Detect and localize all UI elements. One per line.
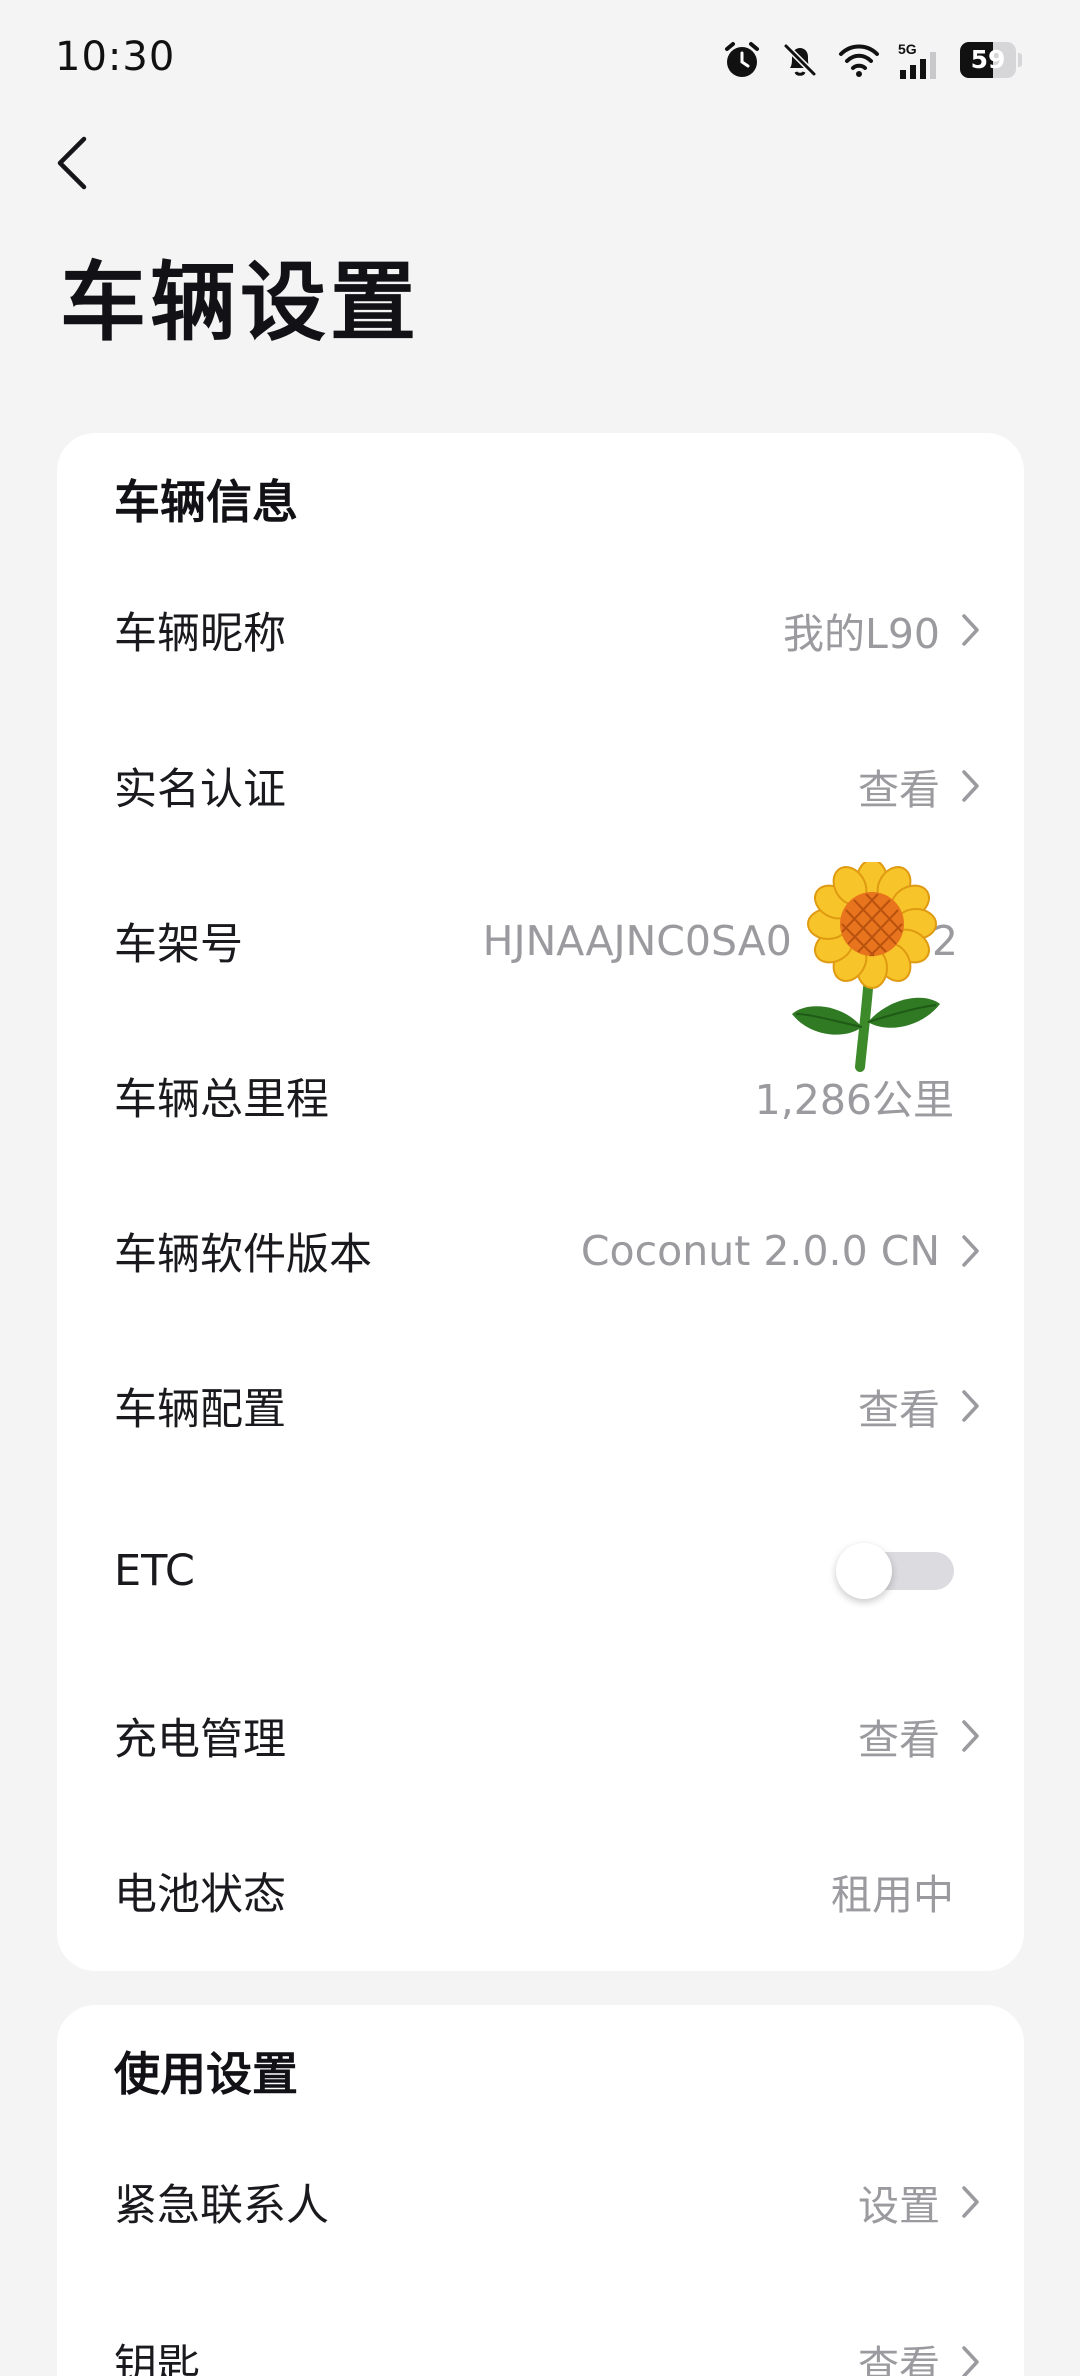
chevron-right-icon: [962, 1720, 979, 1752]
back-button[interactable]: [52, 118, 122, 208]
svg-text:5G: 5G: [898, 41, 917, 57]
row-value: 租用中: [831, 1871, 954, 1919]
row-value: 查看: [858, 1716, 940, 1764]
row-battery-status: 电池状态 租用中: [57, 1816, 1024, 1966]
row-etc: ETC: [57, 1496, 1024, 1646]
mute-bell-icon: [783, 43, 817, 77]
row-label: 车辆软件版本: [114, 1230, 372, 1280]
row-label: 车架号: [114, 920, 243, 970]
row-label: ETC: [114, 1546, 195, 1596]
chevron-right-icon: [962, 770, 979, 802]
chevron-left-icon: [57, 136, 87, 190]
row-value: 设置: [858, 2182, 940, 2230]
row-value: 1,286公里: [754, 1076, 954, 1124]
row-label: 车辆昵称: [114, 609, 286, 659]
chevron-right-icon: [962, 1235, 979, 1267]
row-software-version[interactable]: 车辆软件版本 Coconut 2.0.0 CN: [57, 1176, 1024, 1326]
chevron-right-icon: [962, 2346, 979, 2376]
row-value: 我的L90: [782, 610, 940, 658]
row-emergency-contact[interactable]: 紧急联系人 设置: [57, 2127, 1024, 2277]
row-label: 充电管理: [114, 1715, 286, 1765]
row-real-name-verification[interactable]: 实名认证 查看: [57, 711, 1024, 861]
row-label: 车辆配置: [114, 1385, 286, 1435]
battery-level: 59: [970, 45, 1006, 74]
section-title-vehicle-info: 车辆信息: [114, 475, 298, 529]
chevron-right-icon: [962, 614, 979, 646]
row-value: 查看: [858, 766, 940, 814]
row-vehicle-nickname[interactable]: 车辆昵称 我的L90: [57, 555, 1024, 705]
row-label: 实名认证: [114, 765, 286, 815]
wifi-icon: [839, 44, 879, 77]
row-value: 查看: [858, 1386, 940, 1434]
row-value: Coconut 2.0.0 CN: [580, 1227, 940, 1275]
chevron-right-icon: [962, 1390, 979, 1422]
etc-toggle[interactable]: [836, 1543, 954, 1599]
vehicle-info-card: 车辆信息 车辆昵称 我的L90 实名认证 查看 车架号 HJNAAJNC0SA0…: [57, 433, 1024, 1971]
row-value: 查看: [858, 2342, 940, 2376]
row-label: 电池状态: [114, 1870, 286, 1920]
page-title: 车辆设置: [60, 253, 420, 353]
row-keys[interactable]: 钥匙 查看: [57, 2287, 1024, 2376]
row-label: 车辆总里程: [114, 1075, 329, 1125]
row-label: 紧急联系人: [114, 2181, 329, 2231]
section-title-usage-settings: 使用设置: [114, 2047, 298, 2101]
battery-icon: 59: [960, 42, 1022, 78]
status-icons: 5G 59: [722, 38, 1022, 82]
sunflower-icon: [792, 862, 940, 1072]
row-label: 钥匙: [114, 2341, 200, 2376]
vin-value: HJNAAJNC0SA0: [482, 917, 792, 965]
chevron-right-icon: [962, 2186, 979, 2218]
cellular-5g-icon: 5G: [898, 41, 936, 79]
row-charging-management[interactable]: 充电管理 查看: [57, 1661, 1024, 1811]
usage-settings-card: 使用设置 紧急联系人 设置 钥匙 查看: [57, 2005, 1024, 2376]
row-vehicle-configuration[interactable]: 车辆配置 查看: [57, 1331, 1024, 1481]
status-time: 10:30: [55, 34, 176, 80]
alarm-icon: [725, 42, 759, 77]
status-bar: 10:30 5G 59: [0, 0, 1080, 120]
